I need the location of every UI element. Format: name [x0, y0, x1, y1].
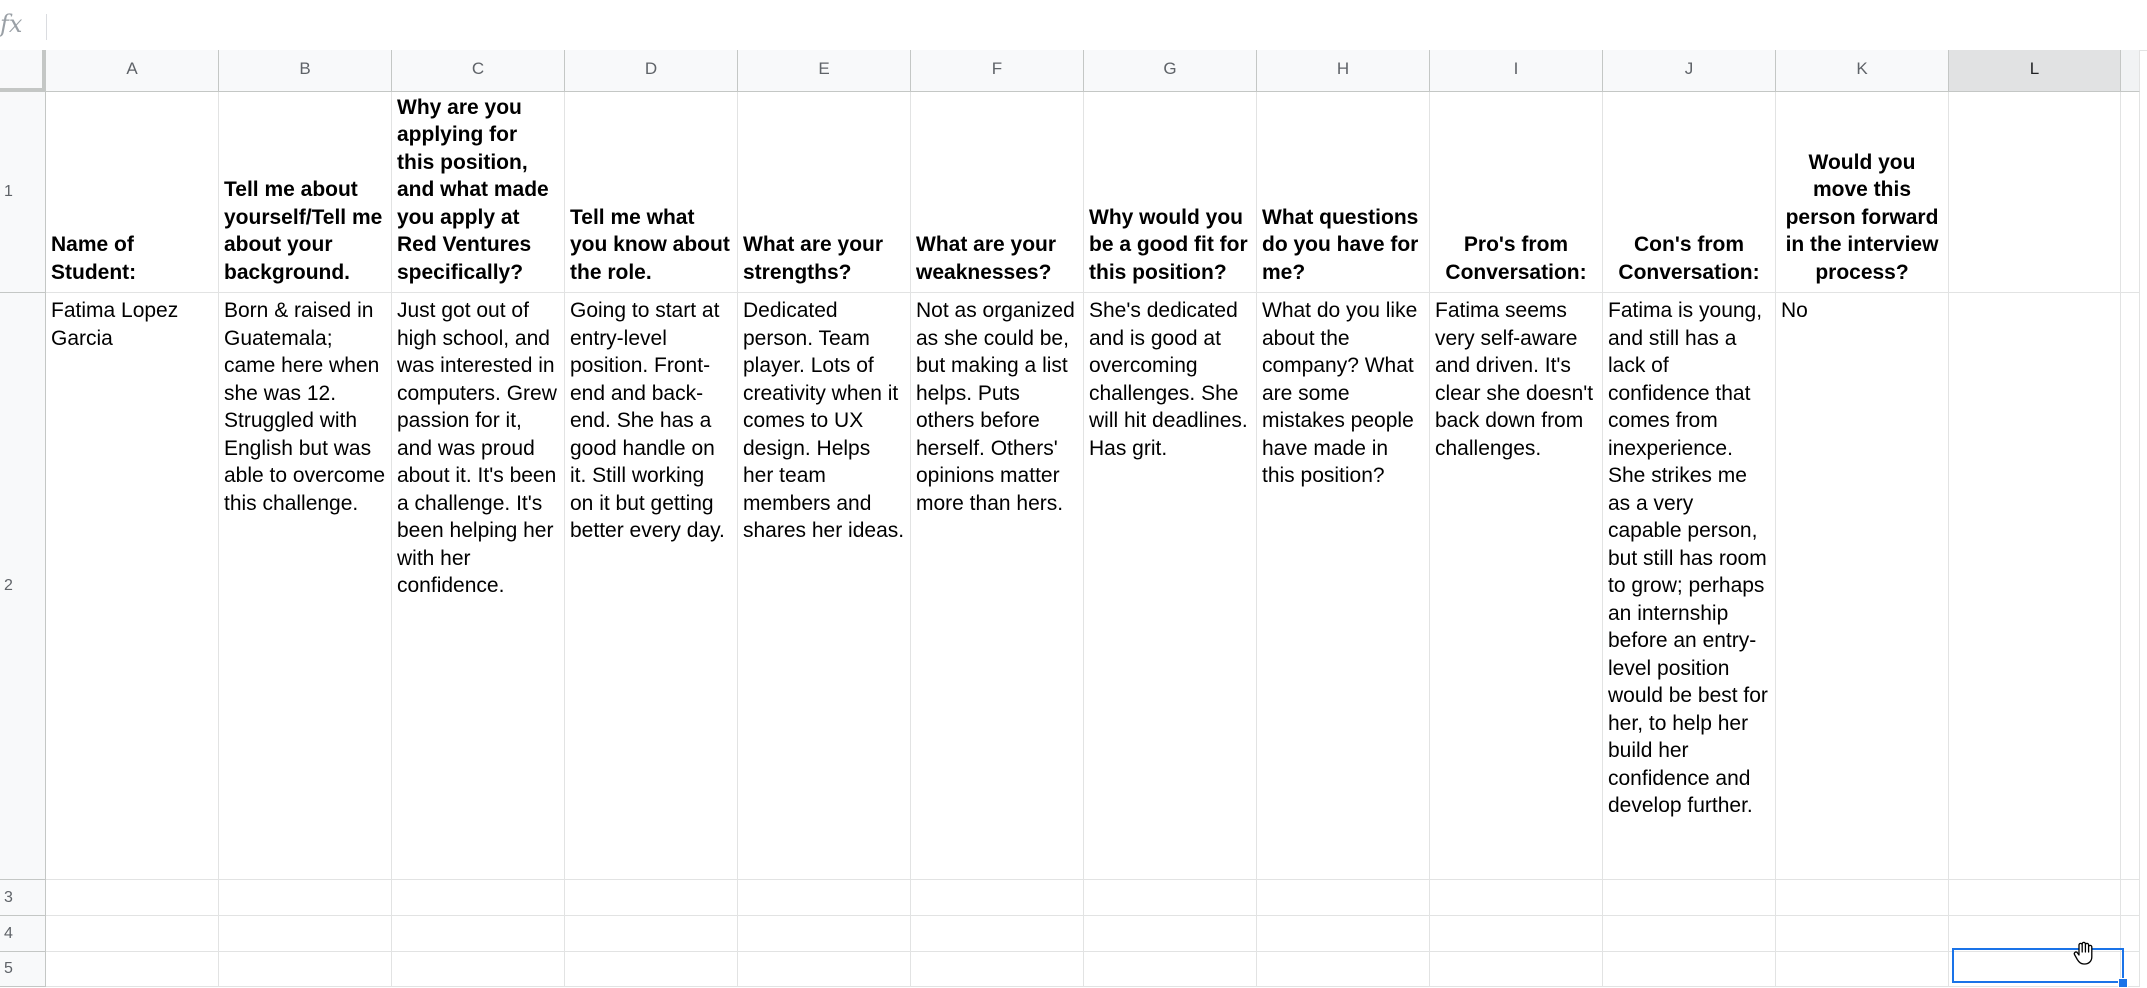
cell-j4[interactable] — [1603, 916, 1776, 952]
cell-f3[interactable] — [911, 880, 1084, 916]
cell-c4[interactable] — [392, 916, 565, 952]
column-header-k[interactable]: K — [1776, 50, 1949, 92]
cell-a5[interactable] — [46, 952, 219, 987]
cell-l2[interactable] — [1949, 293, 2121, 880]
cell-h5[interactable] — [1257, 952, 1430, 987]
cell-c2[interactable]: Just got out of high school, and was int… — [392, 293, 565, 880]
cell-text: Name of Student: — [51, 233, 137, 284]
cell-k4[interactable] — [1776, 916, 1949, 952]
cell-g4[interactable] — [1084, 916, 1257, 952]
cell-j3[interactable] — [1603, 880, 1776, 916]
cell-j1[interactable]: Con's from Conversation: — [1603, 92, 1776, 293]
cell-h3[interactable] — [1257, 880, 1430, 916]
grid-edge — [2121, 50, 2140, 92]
select-all-corner[interactable] — [0, 50, 46, 92]
cell-h4[interactable] — [1257, 916, 1430, 952]
cell-i5[interactable] — [1430, 952, 1603, 987]
column-header-f[interactable]: F — [911, 50, 1084, 92]
cell-k1[interactable]: Would you move this person forward in th… — [1776, 92, 1949, 293]
column-header-l[interactable]: L — [1949, 50, 2121, 92]
grid-edge — [2121, 880, 2140, 916]
cell-a3[interactable] — [46, 880, 219, 916]
cell-text: Con's from Conversation: — [1618, 233, 1760, 284]
active-cell-selection[interactable] — [1952, 948, 2124, 983]
formula-bar-divider — [46, 14, 47, 40]
cell-g5[interactable] — [1084, 952, 1257, 987]
cell-d4[interactable] — [565, 916, 738, 952]
cell-b4[interactable] — [219, 916, 392, 952]
row-header-5[interactable]: 5 — [0, 952, 46, 987]
cell-text: Would you move this person forward in th… — [1785, 150, 1939, 284]
row-header-2[interactable]: 2 — [0, 293, 46, 880]
hand-cursor-icon — [2073, 941, 2093, 965]
cell-j5[interactable] — [1603, 952, 1776, 987]
column-header-a[interactable]: A — [46, 50, 219, 92]
cell-b5[interactable] — [219, 952, 392, 987]
cell-e3[interactable] — [738, 880, 911, 916]
row-header-4[interactable]: 4 — [0, 916, 46, 952]
cell-text: Tell me about yourself/Tell me about you… — [224, 178, 383, 284]
column-header-j[interactable]: J — [1603, 50, 1776, 92]
formula-bar[interactable]: fx — [0, 0, 2147, 51]
column-header-d[interactable]: D — [565, 50, 738, 92]
cell-i4[interactable] — [1430, 916, 1603, 952]
cell-b3[interactable] — [219, 880, 392, 916]
cell-g3[interactable] — [1084, 880, 1257, 916]
cell-i1[interactable]: Pro's from Conversation: — [1430, 92, 1603, 293]
spreadsheet-grid[interactable]: A B C D E F G H I J K L 1 Name of Studen… — [0, 50, 2147, 987]
cell-c1[interactable]: Why are you applying for this position, … — [392, 92, 565, 293]
cell-j2[interactable]: Fatima is young, and still has a lack of… — [1603, 293, 1776, 880]
column-header-i[interactable]: I — [1430, 50, 1603, 92]
grid-edge — [2121, 92, 2140, 293]
cell-e1[interactable]: What are your strengths? — [738, 92, 911, 293]
column-header-b[interactable]: B — [219, 50, 392, 92]
column-header-g[interactable]: G — [1084, 50, 1257, 92]
cell-f5[interactable] — [911, 952, 1084, 987]
cell-text: What questions do you have for me? — [1262, 205, 1419, 284]
cell-b1[interactable]: Tell me about yourself/Tell me about you… — [219, 92, 392, 293]
cell-k3[interactable] — [1776, 880, 1949, 916]
cell-d2[interactable]: Going to start at entry-level position. … — [565, 293, 738, 880]
cell-b2[interactable]: Born & raised in Guatemala; came here wh… — [219, 293, 392, 880]
cell-text: Why are you applying for this position, … — [397, 95, 549, 284]
row-header-3[interactable]: 3 — [0, 880, 46, 916]
cell-g2[interactable]: She's dedicated and is good at overcomin… — [1084, 293, 1257, 880]
cell-f2[interactable]: Not as organized as she could be, but ma… — [911, 293, 1084, 880]
cell-k2[interactable]: No — [1776, 293, 1949, 880]
grid-edge — [2121, 293, 2140, 880]
cell-g1[interactable]: Why would you be a good fit for this pos… — [1084, 92, 1257, 293]
cell-e2[interactable]: Dedicated person. Team player. Lots of c… — [738, 293, 911, 880]
fx-icon: fx — [0, 10, 23, 38]
cell-d3[interactable] — [565, 880, 738, 916]
cell-i2[interactable]: Fatima seems very self-aware and driven.… — [1430, 293, 1603, 880]
cell-h2[interactable]: What do you like about the company? What… — [1257, 293, 1430, 880]
cell-c3[interactable] — [392, 880, 565, 916]
cell-text: Why would you be a good fit for this pos… — [1089, 205, 1248, 284]
column-header-c[interactable]: C — [392, 50, 565, 92]
cell-f1[interactable]: What are your weaknesses? — [911, 92, 1084, 293]
cell-e4[interactable] — [738, 916, 911, 952]
cell-d1[interactable]: Tell me what you know about the role. — [565, 92, 738, 293]
cell-text: Tell me what you know about the role. — [570, 205, 730, 284]
cell-l1[interactable] — [1949, 92, 2121, 293]
column-header-e[interactable]: E — [738, 50, 911, 92]
cell-text: Pro's from Conversation: — [1445, 233, 1587, 284]
cell-k5[interactable] — [1776, 952, 1949, 987]
cell-h1[interactable]: What questions do you have for me? — [1257, 92, 1430, 293]
cell-e5[interactable] — [738, 952, 911, 987]
cell-text: What are your strengths? — [743, 233, 884, 284]
grid-edge — [2121, 916, 2140, 952]
cell-l3[interactable] — [1949, 880, 2121, 916]
fill-handle[interactable] — [2118, 978, 2128, 988]
cell-a4[interactable] — [46, 916, 219, 952]
cell-c5[interactable] — [392, 952, 565, 987]
cell-a2[interactable]: Fatima Lopez Garcia — [46, 293, 219, 880]
column-header-h[interactable]: H — [1257, 50, 1430, 92]
row-header-1[interactable]: 1 — [0, 92, 46, 293]
cell-f4[interactable] — [911, 916, 1084, 952]
cell-i3[interactable] — [1430, 880, 1603, 916]
cell-d5[interactable] — [565, 952, 738, 987]
cell-text: What are your weaknesses? — [916, 233, 1057, 284]
cell-a1[interactable]: Name of Student: — [46, 92, 219, 293]
